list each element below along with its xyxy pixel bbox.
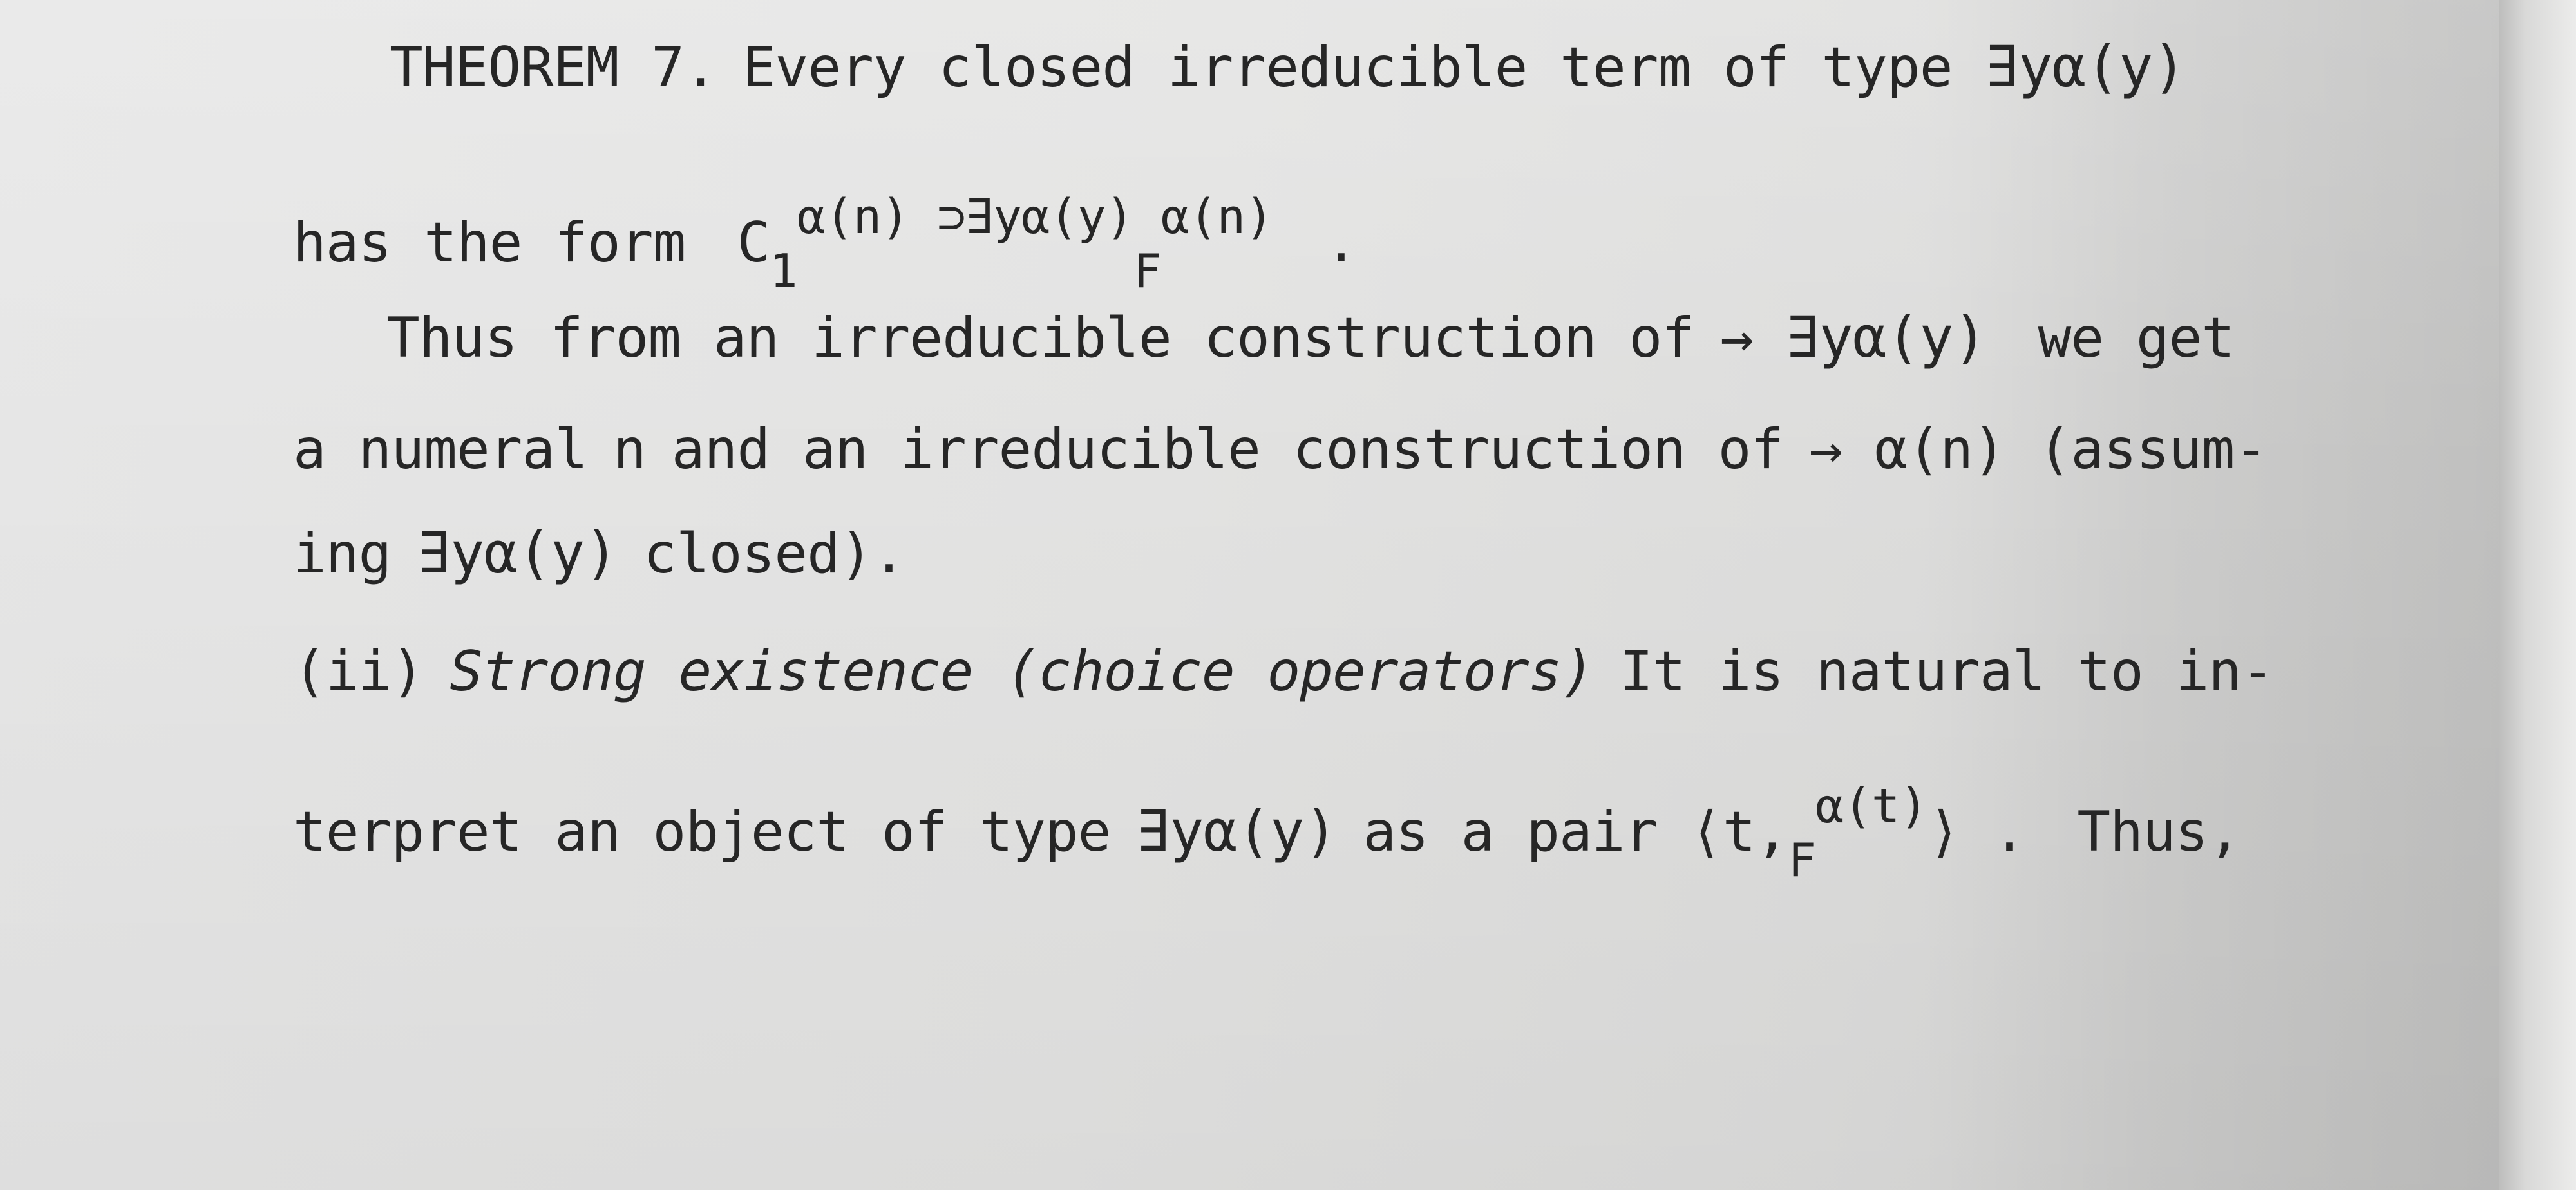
thus-text: Thus from an irreducible construction of (386, 306, 1695, 370)
page-edge (2499, 0, 2576, 1190)
theorem-label: THEOREM 7. (390, 35, 717, 100)
theorem-formula: ∃yα(y) (1985, 33, 2186, 100)
assuming-formula: ∃yα(y) (417, 520, 618, 586)
interpret-end: Thus, (2077, 800, 2241, 864)
numeral-text-1: a numeral (293, 417, 588, 482)
f-base: F (1133, 244, 1161, 298)
pair-f-superscript: α(t) (1815, 779, 1928, 834)
interpret-text-1: terpret an object of type (293, 800, 1111, 864)
numeral-formula: α(n) (1874, 417, 2006, 482)
numeral-text-2: and an irreducible construction of (671, 417, 1784, 482)
pair-t: t, (1722, 800, 1789, 864)
numeral-end: (assum- (2038, 417, 2268, 482)
theorem-line: THEOREM 7. Every closed irreducible term … (390, 39, 2186, 96)
section-title: Strong existence (choice operators) (450, 639, 1595, 704)
f-superscript: α(n) (1160, 189, 1273, 245)
numeral-var: n (613, 417, 647, 482)
thus-line: Thus from an irreducible construction of… (386, 309, 2235, 366)
c-subscript: 1 (770, 244, 797, 298)
interpret-dot: . (1993, 800, 2027, 864)
thus-end: we get (2038, 306, 2235, 370)
arrow-1: → (1720, 306, 1754, 370)
numeral-line: a numeral n and an irreducible constructio… (293, 422, 2268, 477)
arrow-2: → (1809, 417, 1842, 482)
interpret-line: terpret an object of type ∃yα(y) as a pair… (293, 779, 2241, 883)
interpret-text-2: as a pair (1363, 800, 1658, 864)
assuming-line: ing ∃yα(y) closed). (293, 525, 905, 582)
section-line: (ii) Strong existence (choice operators) I… (293, 644, 2275, 699)
c-base: C (737, 211, 770, 275)
angle-close: ⟩ (1927, 800, 1961, 864)
assuming-text-1: ing (293, 522, 392, 586)
c-superscript: α(n) ⊃∃yα(y) (797, 189, 1134, 245)
page-shadow (1919, 0, 2499, 1190)
assuming-text-2: closed). (643, 522, 905, 586)
section-number: (ii) (293, 639, 424, 704)
angle-open: ⟨ (1690, 800, 1723, 864)
interpret-formula: ∃yα(y) (1136, 798, 1338, 864)
thus-formula: ∃yα(y) (1785, 304, 1987, 370)
section-text: It is natural to in- (1620, 639, 2275, 704)
form-end: . (1324, 211, 1358, 275)
theorem-statement: Every closed irreducible term of type (742, 35, 1953, 100)
form-line: has the form C1α(n) ⊃∃yα(y)Fα(n). (293, 193, 1358, 294)
form-text: has the form (293, 211, 686, 275)
pair-f-base: F (1788, 833, 1815, 887)
